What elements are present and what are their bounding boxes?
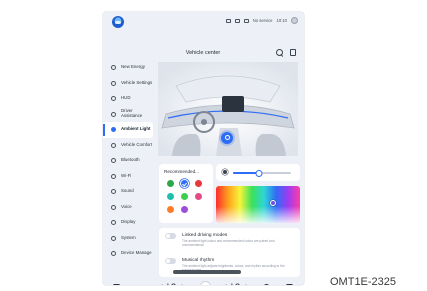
musical-rhythm-toggle[interactable] <box>165 258 176 264</box>
temp-left-decrease[interactable]: ‹ <box>161 283 163 285</box>
steering-icon <box>111 111 116 117</box>
search-icon[interactable] <box>275 48 284 57</box>
brightness-slider[interactable] <box>233 169 291 177</box>
sidebar-item[interactable]: Ambient Light <box>103 122 153 138</box>
recommended-colors-card: Recommended... <box>159 164 213 223</box>
color-swatch[interactable] <box>181 180 188 187</box>
sidebar-item-label: Bluetooth <box>121 157 140 163</box>
sidebar-item-label: Driver Assistance <box>121 108 143 119</box>
linked-driving-toggle[interactable] <box>165 233 176 239</box>
sidebar-item-label: Wi-Fi <box>121 172 132 178</box>
bluetooth-icon <box>225 18 231 23</box>
logo-icon[interactable] <box>112 16 124 28</box>
sidebar-item[interactable]: Device Manage <box>103 246 153 262</box>
sidebar-item[interactable]: Sound <box>103 184 153 200</box>
signal-icon <box>243 18 249 23</box>
status-indicators: No service 10:10 <box>225 17 298 24</box>
manual-icon[interactable] <box>290 49 296 56</box>
bluetooth-icon <box>111 158 116 164</box>
energy-icon <box>111 65 116 71</box>
sun-icon <box>111 220 116 226</box>
sidebar-item-label: System <box>121 234 136 240</box>
color-swatch[interactable] <box>195 180 202 187</box>
avatar-icon[interactable] <box>291 17 298 24</box>
grid-icon[interactable] <box>286 284 293 285</box>
page-title: Vehicle center <box>185 50 221 56</box>
car-icon <box>111 80 116 86</box>
sidebar-item[interactable]: Vehicle Settings <box>103 76 153 92</box>
sidebar-item-label: Device Manage <box>121 250 152 256</box>
sidebar-item-label: Sound <box>121 188 134 194</box>
sidebar-item-label: Display <box>121 219 136 225</box>
hud-icon <box>111 96 116 102</box>
toast-bar <box>173 270 241 274</box>
sidebar-item-label: Voice <box>121 203 132 209</box>
sidebar-item[interactable]: Vehicle Comfort <box>103 138 153 154</box>
color-swatch[interactable] <box>181 206 188 213</box>
wifi-icon <box>234 18 240 23</box>
spectrum-cursor[interactable] <box>270 199 277 206</box>
brightness-row <box>216 164 300 181</box>
clock: 10:10 <box>276 18 287 23</box>
mode-description: The ambient light colour and recommended… <box>182 239 275 247</box>
sidebar-item[interactable]: System <box>103 231 153 247</box>
color-swatch[interactable] <box>167 193 174 200</box>
status-bar: No service 10:10 <box>103 12 304 34</box>
gear-icon <box>111 235 116 241</box>
ambient-light-hotspot[interactable] <box>221 132 233 144</box>
vehicle-screen: No service 10:10 Vehicle center New Ener… <box>103 12 304 285</box>
sidebar-item-label: Ambient Light <box>121 126 151 132</box>
mode-title: Musical rhythm <box>182 258 215 263</box>
color-swatch[interactable] <box>195 193 202 200</box>
reference-code: OMT1E-2325 <box>330 276 397 288</box>
bottom-dock: ‹ LO › ‹ LO › <box>103 280 304 285</box>
signal-text: No service <box>252 18 273 23</box>
bulb-icon <box>111 127 116 133</box>
sidebar-item[interactable]: New Energy <box>103 60 153 76</box>
right-temperature: LO <box>231 283 240 285</box>
bulb-icon <box>224 135 230 140</box>
sidebar-item[interactable]: Wi-Fi <box>103 169 153 185</box>
car-icon[interactable] <box>113 284 120 285</box>
color-swatch[interactable] <box>181 193 188 200</box>
sidebar-item-label: New Energy <box>121 64 145 70</box>
color-swatch[interactable] <box>167 180 174 187</box>
temp-right-increase[interactable]: › <box>245 283 247 285</box>
speaker-icon <box>111 189 116 195</box>
sidebar-item-label: HUD <box>121 95 131 101</box>
mic-icon <box>111 204 116 210</box>
sidebar-item-label: Vehicle Settings <box>121 79 153 85</box>
temp-left-increase[interactable]: › <box>181 283 183 285</box>
brightness-icon <box>223 170 227 174</box>
recommended-title: Recommended... <box>164 169 199 174</box>
color-swatch[interactable] <box>167 206 174 213</box>
fan-icon[interactable] <box>200 281 211 285</box>
wifi-icon <box>111 173 116 179</box>
sidebar-nav: New Energy Vehicle Settings HUD Driver Assi… <box>103 60 153 260</box>
sidebar-item[interactable]: Display <box>103 215 153 231</box>
temp-right-decrease[interactable]: ‹ <box>225 283 227 285</box>
sidebar-item[interactable]: Voice <box>103 200 153 216</box>
brightness-thumb[interactable] <box>255 169 263 177</box>
mode-title: Linked driving modes <box>182 233 228 238</box>
left-temperature: LO <box>167 283 176 285</box>
color-picker-panel <box>216 164 300 223</box>
sidebar-item[interactable]: Bluetooth <box>103 153 153 169</box>
seat-icon <box>111 142 116 148</box>
color-spectrum[interactable] <box>216 186 300 223</box>
sidebar-item[interactable]: HUD <box>103 91 153 107</box>
sidebar-item-label: Vehicle Comfort <box>121 141 152 147</box>
sidebar-item[interactable]: Driver Assistance <box>103 107 153 123</box>
device-icon <box>111 251 116 257</box>
fan-speed-icon[interactable] <box>263 284 270 285</box>
